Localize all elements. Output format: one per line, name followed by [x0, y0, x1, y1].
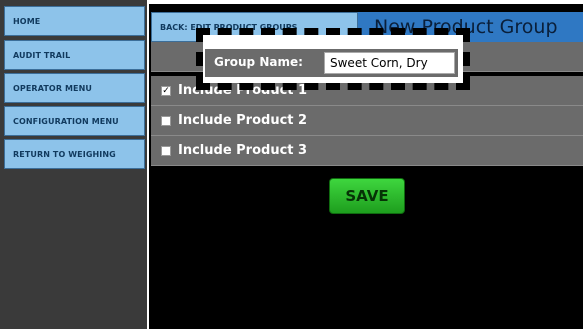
checkbox-product-1[interactable]: ✓ — [161, 85, 171, 96]
save-button[interactable]: SAVE — [329, 178, 405, 214]
checkbox-product-2[interactable] — [161, 115, 171, 126]
dashed-highlight-frame — [196, 28, 470, 90]
nav-configuration-menu-button[interactable]: CONFIGURATION MENU — [4, 106, 145, 136]
nav-return-to-weighing-button[interactable]: RETURN TO WEIGHING — [4, 139, 145, 169]
product-3-label: Include Product 3 — [178, 143, 308, 158]
product-2-label: Include Product 2 — [178, 113, 308, 128]
nav-audit-trail-button[interactable]: AUDIT TRAIL — [4, 40, 145, 70]
product-row-2[interactable]: Include Product 2 — [151, 106, 583, 136]
nav-operator-menu-button[interactable]: OPERATOR MENU — [4, 73, 145, 103]
sidebar: HOME AUDIT TRAIL OPERATOR MENU CONFIGURA… — [0, 0, 147, 329]
checkbox-product-3[interactable] — [161, 145, 171, 156]
product-row-3[interactable]: Include Product 3 — [151, 136, 583, 166]
nav-home-button[interactable]: HOME — [4, 6, 145, 36]
